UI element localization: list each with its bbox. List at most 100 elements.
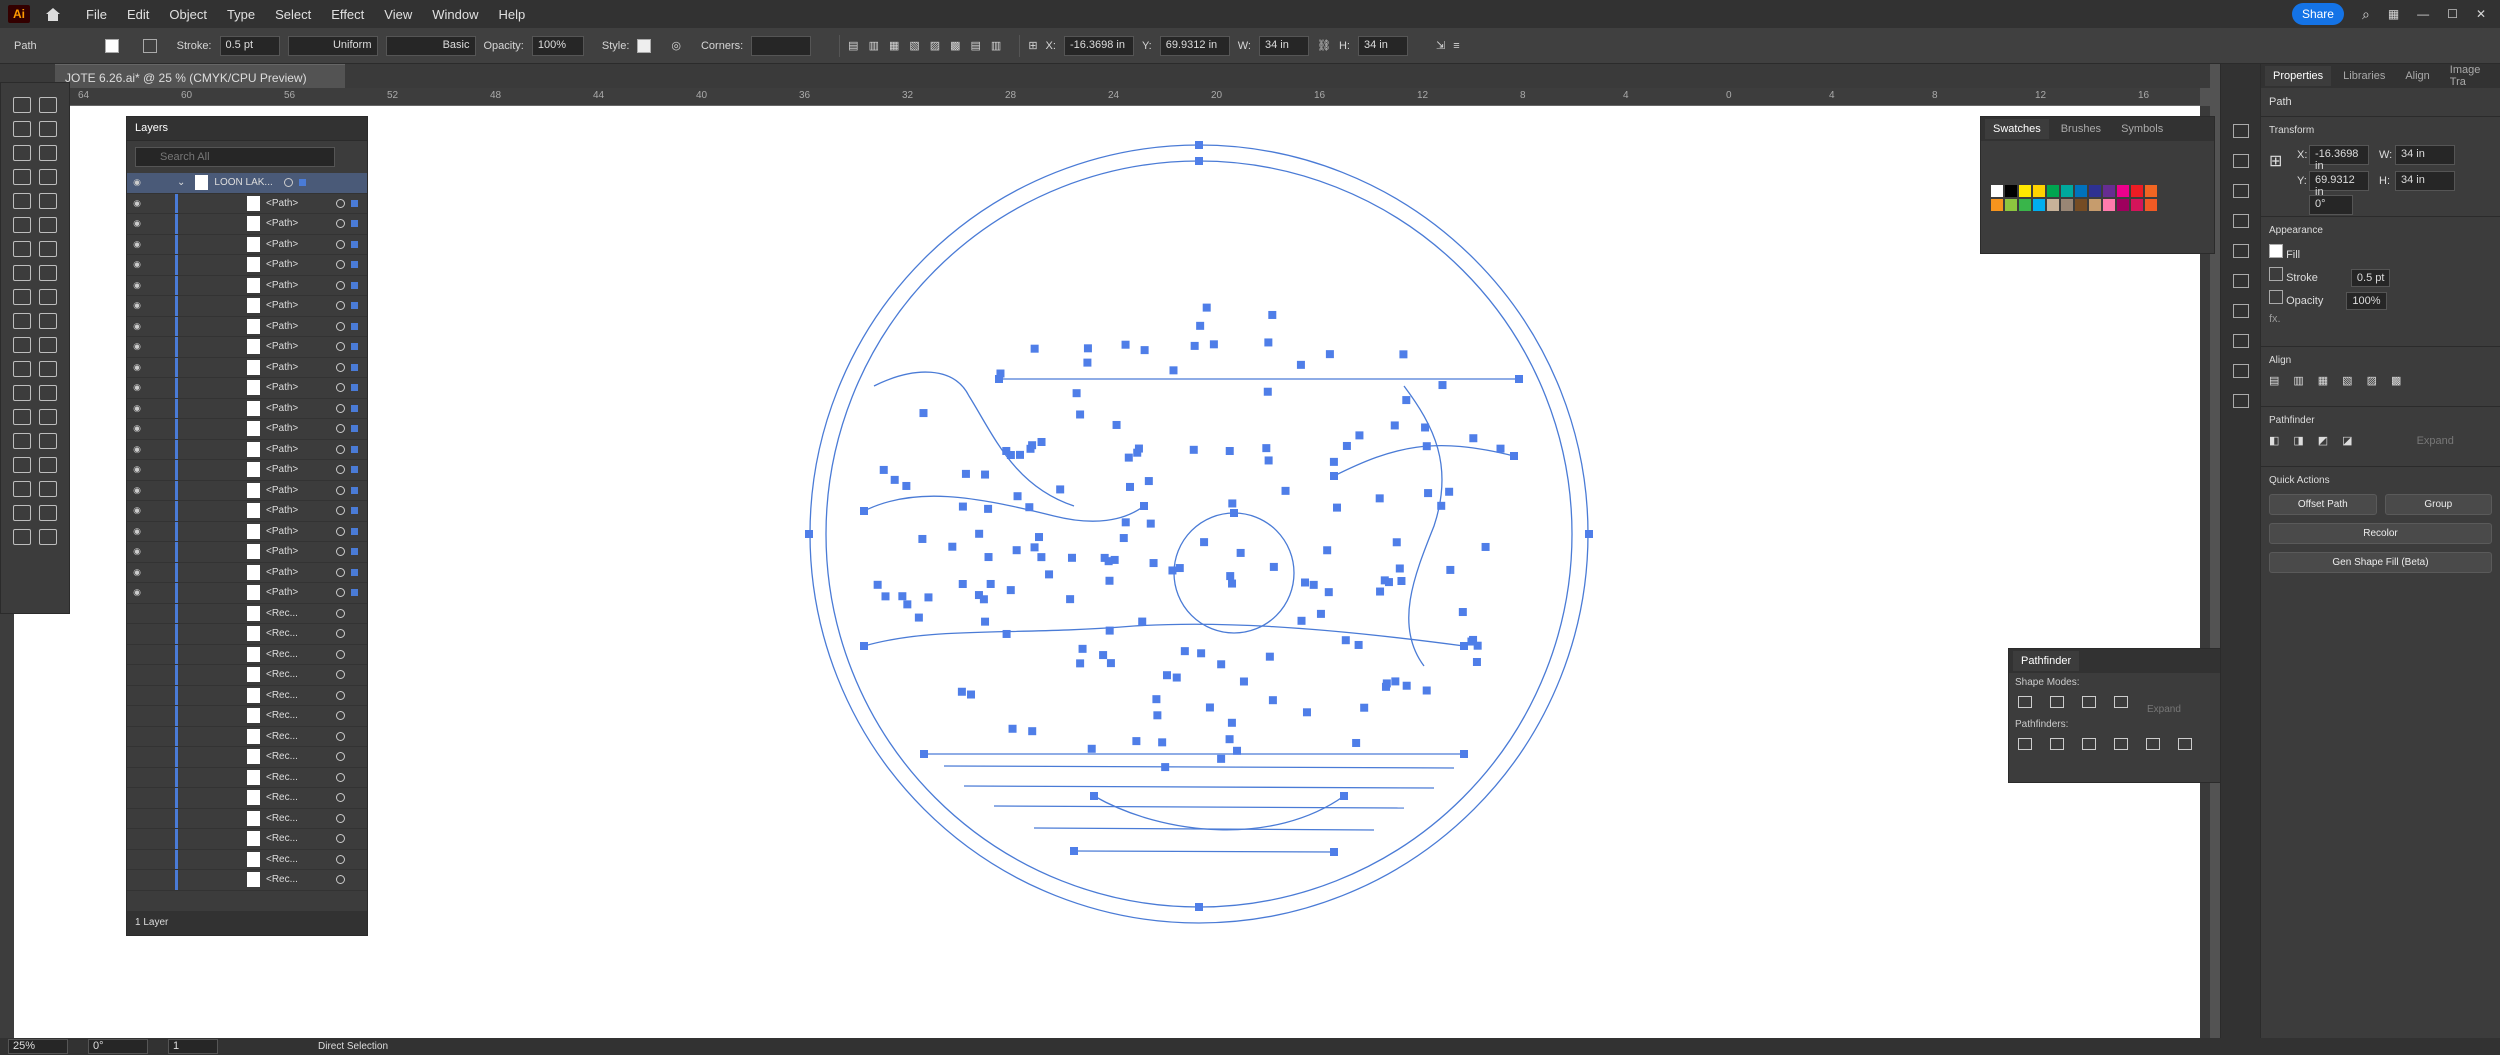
anchor-point[interactable] bbox=[1066, 595, 1075, 604]
anchor-point[interactable] bbox=[1296, 360, 1305, 369]
sublayer-name[interactable]: <Rec... bbox=[266, 710, 330, 721]
layers-search[interactable]: Search All bbox=[135, 147, 335, 167]
layer-row[interactable]: <Rec... bbox=[127, 849, 367, 870]
tool-icon[interactable] bbox=[13, 217, 31, 233]
panel-icon[interactable] bbox=[2233, 304, 2249, 318]
anchor-point[interactable] bbox=[1209, 340, 1218, 349]
divide-icon[interactable] bbox=[2018, 738, 2032, 750]
rotate-view-field[interactable]: 0° bbox=[88, 1039, 148, 1054]
tool-icon[interactable] bbox=[39, 433, 57, 449]
target-icon[interactable] bbox=[336, 608, 345, 618]
fill-swatch-icon[interactable] bbox=[104, 38, 119, 53]
offset-path-button[interactable]: Offset Path bbox=[2269, 494, 2377, 515]
minus-front-icon[interactable] bbox=[2050, 696, 2064, 708]
anchor-point[interactable] bbox=[881, 592, 890, 601]
reference-point-icon[interactable]: ⊞ bbox=[1028, 39, 1037, 52]
visibility-icon[interactable]: ◉ bbox=[127, 239, 147, 250]
sublayer-name[interactable]: <Path> bbox=[266, 280, 330, 291]
target-icon[interactable] bbox=[336, 834, 345, 844]
target-icon[interactable] bbox=[336, 444, 345, 454]
sublayer-name[interactable]: <Path> bbox=[266, 444, 330, 455]
tool-icon[interactable] bbox=[13, 193, 31, 209]
color-swatch[interactable] bbox=[2103, 185, 2115, 197]
menu-type[interactable]: Type bbox=[217, 7, 265, 22]
sublayer-name[interactable]: <Path> bbox=[266, 382, 330, 393]
anchor-point[interactable] bbox=[1196, 321, 1205, 330]
anchor-point[interactable] bbox=[1330, 472, 1338, 480]
panel-icon[interactable] bbox=[2233, 244, 2249, 258]
anchor-point[interactable] bbox=[1076, 659, 1085, 668]
layer-row[interactable]: <Rec... bbox=[127, 829, 367, 850]
panel-icon[interactable] bbox=[2233, 214, 2249, 228]
tool-icon[interactable] bbox=[13, 313, 31, 329]
target-icon[interactable] bbox=[336, 342, 345, 352]
visibility-icon[interactable]: ◉ bbox=[127, 423, 147, 434]
anchor-point[interactable] bbox=[1217, 660, 1226, 669]
minus-back-icon[interactable] bbox=[2178, 738, 2192, 750]
tool-icon[interactable] bbox=[13, 145, 31, 161]
anchor-point[interactable] bbox=[1162, 671, 1171, 680]
anchor-point[interactable] bbox=[924, 593, 933, 602]
target-icon[interactable] bbox=[336, 731, 345, 741]
anchor-point[interactable] bbox=[1424, 489, 1433, 498]
anchor-point[interactable] bbox=[805, 530, 813, 538]
anchor-point[interactable] bbox=[1013, 492, 1022, 501]
anchor-point[interactable] bbox=[1195, 141, 1203, 149]
tool-icon[interactable] bbox=[13, 385, 31, 401]
anchor-point[interactable] bbox=[958, 502, 967, 511]
tool-icon[interactable] bbox=[39, 121, 57, 137]
sublayer-name[interactable]: <Path> bbox=[266, 300, 330, 311]
anchor-point[interactable] bbox=[1119, 534, 1128, 543]
target-icon[interactable] bbox=[284, 178, 294, 188]
target-icon[interactable] bbox=[336, 383, 345, 393]
anchor-point[interactable] bbox=[1446, 565, 1455, 574]
color-swatch[interactable] bbox=[2061, 185, 2073, 197]
color-swatch[interactable] bbox=[2047, 199, 2059, 211]
anchor-point[interactable] bbox=[1037, 553, 1046, 562]
tool-icon[interactable] bbox=[39, 97, 57, 113]
anchor-point[interactable] bbox=[1375, 494, 1384, 503]
color-swatch[interactable] bbox=[2047, 185, 2059, 197]
opacity-row[interactable]: Opacity 100% bbox=[2269, 290, 2492, 310]
tool-icon[interactable] bbox=[13, 529, 31, 545]
tab-align[interactable]: Align bbox=[2397, 66, 2437, 86]
visibility-icon[interactable]: ◉ bbox=[127, 464, 147, 475]
anchor-point[interactable] bbox=[1228, 499, 1237, 508]
anchor-point[interactable] bbox=[1195, 157, 1203, 165]
target-icon[interactable] bbox=[336, 793, 345, 803]
search-icon[interactable]: ⌕ bbox=[2362, 6, 2370, 23]
intersect-icon[interactable] bbox=[2082, 696, 2096, 708]
anchor-point[interactable] bbox=[1146, 519, 1155, 528]
color-swatch[interactable] bbox=[2089, 199, 2101, 211]
anchor-point[interactable] bbox=[1496, 444, 1505, 453]
layer-row[interactable]: <Rec... bbox=[127, 808, 367, 829]
visibility-icon[interactable]: ◉ bbox=[127, 505, 147, 516]
tool-icon[interactable] bbox=[39, 361, 57, 377]
panel-icon[interactable] bbox=[2233, 274, 2249, 288]
tool-icon[interactable] bbox=[13, 265, 31, 281]
panel-icon[interactable] bbox=[2233, 334, 2249, 348]
anchor-point[interactable] bbox=[1269, 562, 1278, 571]
target-icon[interactable] bbox=[336, 239, 345, 249]
tool-icon[interactable] bbox=[13, 433, 31, 449]
anchor-point[interactable] bbox=[1510, 452, 1518, 460]
tool-icon[interactable] bbox=[13, 121, 31, 137]
effects-row[interactable]: fx. bbox=[2269, 313, 2492, 325]
target-icon[interactable] bbox=[336, 567, 345, 577]
visibility-icon[interactable]: ◉ bbox=[127, 198, 147, 209]
anchor-point[interactable] bbox=[1268, 310, 1277, 319]
anchor-point[interactable] bbox=[1332, 503, 1341, 512]
target-icon[interactable] bbox=[336, 711, 345, 721]
anchor-point[interactable] bbox=[948, 542, 957, 551]
anchor-point[interactable] bbox=[1301, 578, 1310, 587]
sublayer-name[interactable]: <Path> bbox=[266, 239, 330, 250]
anchor-point[interactable] bbox=[890, 475, 899, 484]
visibility-icon[interactable]: ◉ bbox=[127, 341, 147, 352]
anchor-point[interactable] bbox=[1422, 686, 1431, 695]
color-swatch[interactable] bbox=[1991, 185, 2003, 197]
anchor-point[interactable] bbox=[1083, 344, 1092, 353]
stroke-weight-field[interactable]: 0.5 pt bbox=[2350, 269, 2391, 287]
crop-icon[interactable] bbox=[2114, 738, 2128, 750]
color-swatch[interactable] bbox=[2131, 185, 2143, 197]
tool-icon[interactable] bbox=[39, 409, 57, 425]
